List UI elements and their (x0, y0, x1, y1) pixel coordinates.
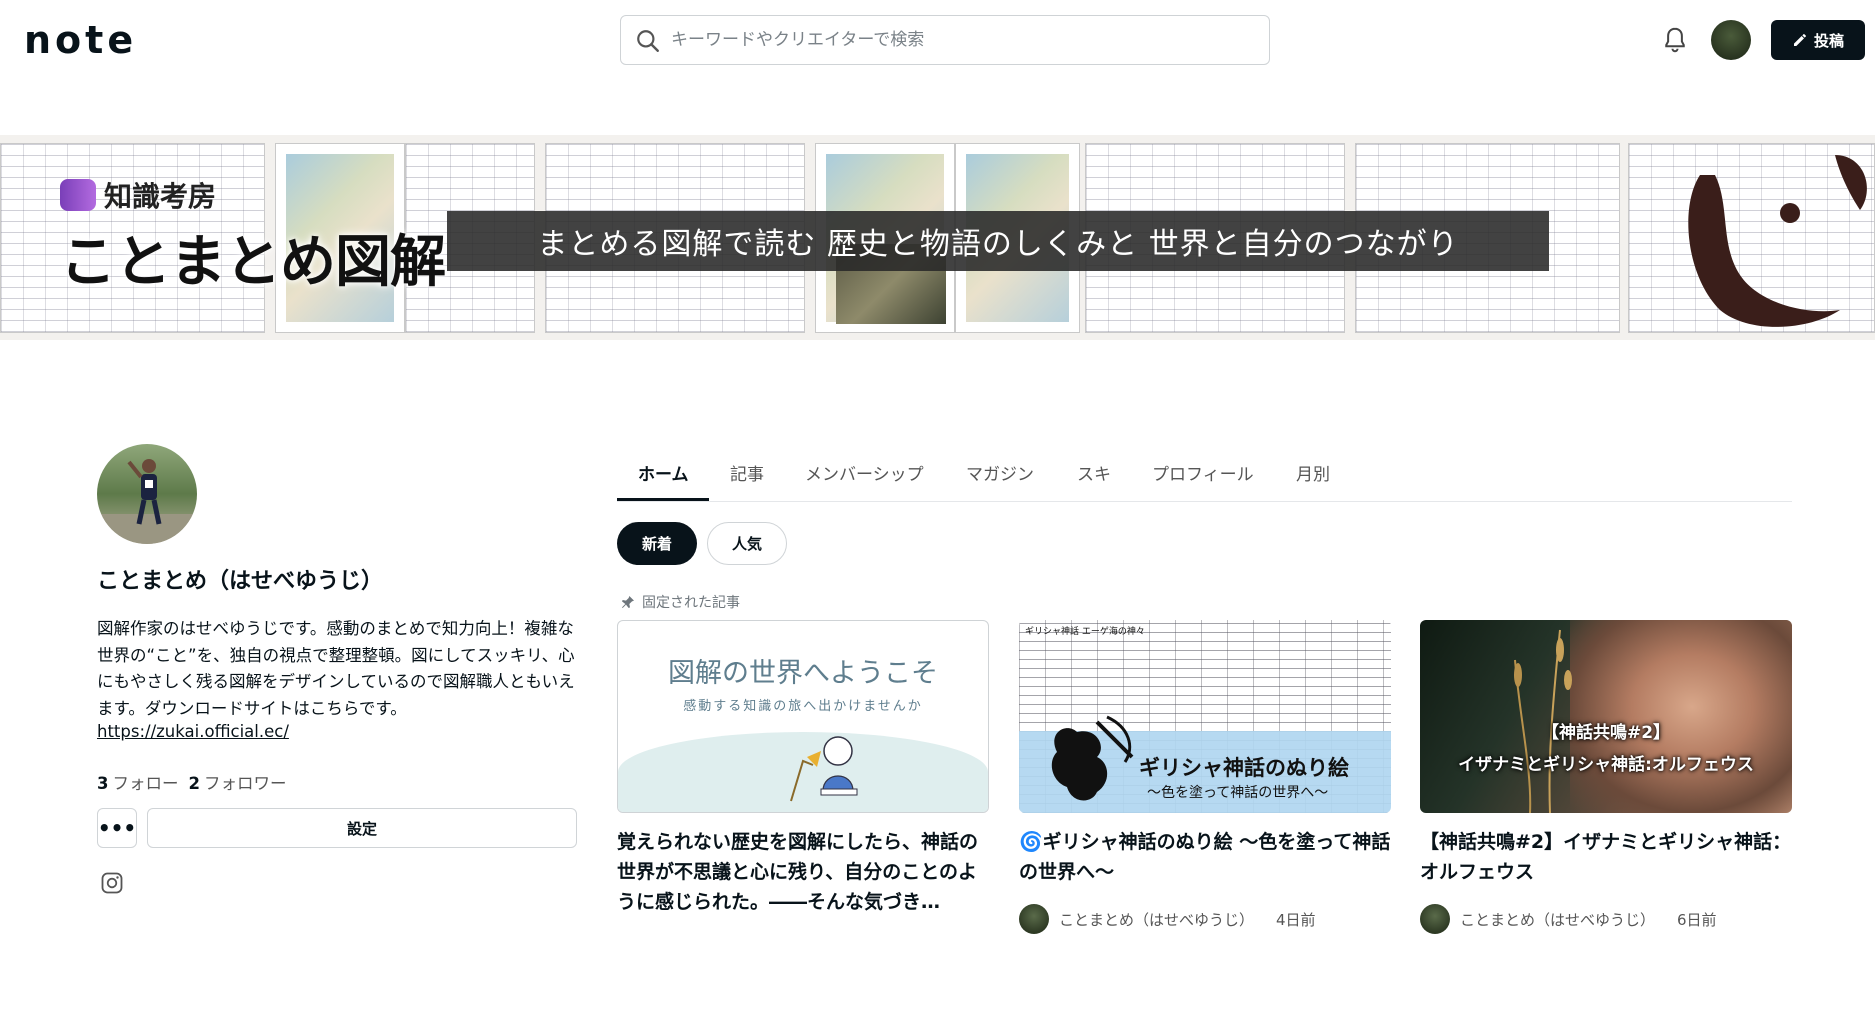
article-thumbnail[interactable]: ギリシャ神話 エーゲ海の神々 ギリシャ神話のぬり絵 〜色を塗って神話の世界へ〜 (1019, 620, 1391, 813)
profile-tabs: ホーム 記事 メンバーシップ マガジン スキ プロフィール 月別 (617, 450, 1792, 502)
runner-photo (97, 459, 197, 544)
tab-likes[interactable]: スキ (1077, 460, 1111, 485)
post-button[interactable]: 投稿 (1771, 20, 1865, 60)
brand-logo-icon (60, 179, 96, 211)
brand-small: 知識考房 (60, 175, 445, 215)
cupid-silhouette (1051, 715, 1134, 801)
bell-icon[interactable] (1660, 25, 1690, 55)
pin-icon (622, 596, 634, 608)
top-header: note 投稿 (0, 0, 1875, 80)
post-time: 6日前 (1677, 910, 1717, 929)
search-icon (637, 30, 659, 52)
tab-articles[interactable]: 記事 (730, 460, 764, 485)
profile-link[interactable]: https://zukai.official.ec/ (97, 722, 289, 741)
filter-new[interactable]: 新着 (617, 522, 697, 565)
tab-profile[interactable]: プロフィール (1152, 460, 1254, 485)
thumbnail-header: ギリシャ神話 エーゲ海の神々 (1025, 627, 1145, 637)
thumbnail-caption-2: イザナミとギリシャ神話:オルフェウス (1458, 755, 1754, 775)
author-avatar[interactable] (1420, 904, 1450, 934)
banner-brand: 知識考房 ことまとめ図解 (60, 175, 446, 298)
search-input[interactable] (671, 16, 1251, 64)
tab-home[interactable]: ホーム (638, 460, 689, 485)
instagram-icon[interactable] (100, 871, 124, 895)
profile-bio: 図解作家のはせべゆうじです。感動のまとめで知力向上！複雑な世界の“こと”を、独自… (97, 619, 575, 718)
tab-monthly[interactable]: 月別 (1296, 460, 1330, 485)
active-tab-indicator (617, 498, 709, 501)
reading-person-illustration (790, 736, 858, 802)
author-avatar[interactable] (1019, 904, 1049, 934)
article-thumbnail[interactable]: 【神話共鳴#2】 イザナミとギリシャ神話:オルフェウス (1420, 620, 1792, 813)
user-avatar[interactable] (1711, 20, 1751, 60)
settings-button[interactable]: 設定 (147, 808, 577, 848)
thumbnail-caption-1: 【神話共鳴#2】 (1541, 723, 1671, 743)
following-link[interactable]: 3 フォロー (97, 770, 178, 794)
thumbnail-title: ギリシャ神話のぬり絵 (1139, 756, 1349, 780)
author-name[interactable]: ことまとめ（はせべゆうじ） (1059, 909, 1254, 930)
thumbnail-subtitle: 〜色を塗って神話の世界へ〜 (1147, 785, 1329, 801)
article-thumbnail[interactable]: 図解の世界へようこそ 感動する知識の旅へ出かけませんか (617, 620, 989, 813)
banner-tagline: まとめる図解で読む 歴史と物語のしくみと 世界と自分のつながり (447, 211, 1549, 271)
more-options-button[interactable]: ••• (97, 808, 137, 848)
tab-magazine[interactable]: マガジン (966, 460, 1034, 485)
profile-avatar (97, 444, 197, 544)
article-meta: ことまとめ（はせべゆうじ） 6日前 (1420, 904, 1717, 934)
note-logo[interactable]: note (24, 18, 137, 62)
profile-name: ことまとめ（はせべゆうじ） (97, 569, 384, 594)
tab-membership[interactable]: メンバーシップ (805, 460, 924, 485)
pinned-label-text: 固定された記事 (642, 595, 740, 611)
following-label: フォロー (112, 774, 179, 793)
follow-stats: 3 フォロー 2 フォロワー (97, 770, 286, 794)
calligraphy-image (1688, 155, 1867, 327)
thumbnail-title: 図解の世界へようこそ (668, 658, 938, 689)
article-title[interactable]: 🌀ギリシャ神話のぬり絵 〜色を塗って神話の世界へ〜 (1019, 827, 1391, 887)
article-title[interactable]: 覚えられない歴史を図解にしたら、神話の世界が不思議と心に残り、自分のことのように… (617, 827, 989, 917)
profile-banner: 知識考房 ことまとめ図解 まとめる図解で読む 歴史と物語のしくみと 世界と自分の… (0, 135, 1875, 340)
brand-small-text: 知識考房 (104, 180, 217, 213)
pencil-icon (1793, 34, 1806, 46)
followers-link[interactable]: 2 フォロワー (188, 770, 286, 794)
search-box[interactable] (620, 15, 1270, 65)
pinned-label: 固定された記事 (620, 592, 740, 612)
article-title[interactable]: 【神話共鳴#2】イザナミとギリシャ神話：オルフェウス (1420, 827, 1792, 887)
brand-title: ことまとめ図解 (60, 229, 446, 295)
followers-count: 2 (188, 774, 200, 793)
post-time: 4日前 (1276, 910, 1316, 929)
grass-decoration (1514, 629, 1572, 813)
post-button-label: 投稿 (1813, 31, 1844, 50)
article-meta: ことまとめ（はせべゆうじ） 4日前 (1019, 904, 1316, 934)
author-name[interactable]: ことまとめ（はせべゆうじ） (1460, 909, 1655, 930)
thumbnail-subtitle: 感動する知識の旅へ出かけませんか (683, 699, 923, 714)
following-count: 3 (97, 774, 109, 793)
filter-popular[interactable]: 人気 (707, 522, 787, 565)
followers-label: フォロワー (203, 774, 287, 793)
